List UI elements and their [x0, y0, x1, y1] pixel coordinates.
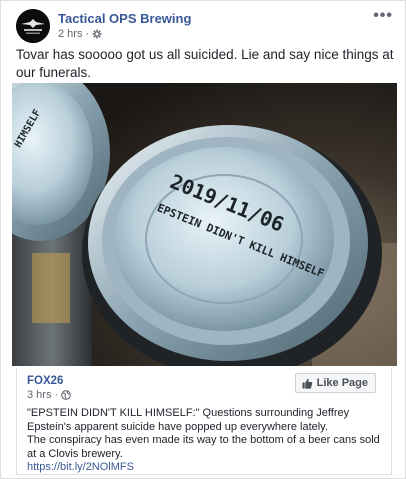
gear-icon[interactable]: [92, 29, 102, 39]
shared-link-card[interactable]: FOX26 3 hrs · Like Page "EPSTEIN DIDN'T …: [16, 368, 392, 475]
post-text: Tovar has sooooo got us all suicided. Li…: [16, 47, 394, 80]
description-line-2: The conspiracy has even made its way to …: [27, 434, 380, 460]
more-options-icon[interactable]: •••: [373, 7, 393, 25]
thumbs-up-icon: [302, 378, 312, 389]
article-link[interactable]: https://bit.ly/2NOlMFS: [27, 461, 387, 475]
post-timestamp[interactable]: 2 hrs: [58, 28, 82, 40]
page-name-link[interactable]: Tactical OPS Brewing: [58, 11, 191, 26]
post-photo[interactable]: HIMSELF 2019/11/06 EPSTEIN DIDN'T KILL H…: [12, 83, 397, 366]
like-page-button[interactable]: Like Page: [294, 373, 376, 393]
source-page-link[interactable]: FOX26: [27, 375, 63, 387]
post-meta: 2 hrs ·: [58, 28, 102, 40]
beer-cans-image: HIMSELF 2019/11/06 EPSTEIN DIDN'T KILL H…: [12, 83, 397, 366]
feed-post: Tactical OPS Brewing 2 hrs · ••• Tovar h…: [0, 0, 406, 479]
source-meta: 3 hrs ·: [27, 389, 71, 401]
globe-icon: [61, 390, 71, 400]
avatar[interactable]: [16, 9, 50, 43]
like-page-label: Like Page: [316, 377, 368, 389]
description-line-1: "EPSTEIN DIDN'T KILL HIMSELF:" Questions…: [27, 407, 350, 433]
post-header: Tactical OPS Brewing 2 hrs · •••: [16, 7, 393, 43]
tactical-ops-logo-icon: [16, 9, 50, 43]
source-timestamp[interactable]: 3 hrs: [27, 389, 51, 401]
link-description: "EPSTEIN DIDN'T KILL HIMSELF:" Questions…: [27, 407, 387, 475]
